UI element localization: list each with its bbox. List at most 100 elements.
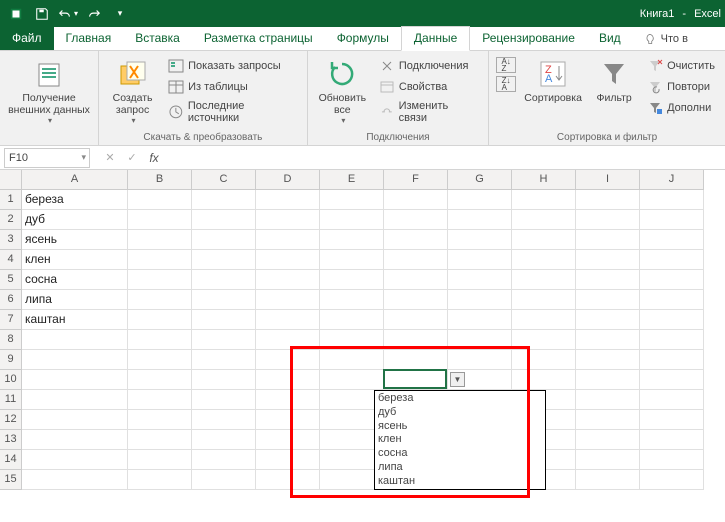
cell-A12[interactable] [22, 410, 128, 430]
cell-D5[interactable] [256, 270, 320, 290]
data-validation-dropdown-button[interactable]: ▼ [450, 372, 465, 387]
cell-D1[interactable] [256, 190, 320, 210]
get-external-data-button[interactable]: Получение внешних данных ▾ [6, 56, 92, 127]
col-header-H[interactable]: H [512, 170, 576, 190]
cell-B9[interactable] [128, 350, 192, 370]
cell-C13[interactable] [192, 430, 256, 450]
cell-J13[interactable] [640, 430, 704, 450]
cell-C11[interactable] [192, 390, 256, 410]
cell-B12[interactable] [128, 410, 192, 430]
col-header-J[interactable]: J [640, 170, 704, 190]
cell-B8[interactable] [128, 330, 192, 350]
cell-C6[interactable] [192, 290, 256, 310]
cell-J14[interactable] [640, 450, 704, 470]
dropdown-item[interactable]: сосна [378, 447, 542, 461]
cell-F2[interactable] [384, 210, 448, 230]
cell-B5[interactable] [128, 270, 192, 290]
cell-C10[interactable] [192, 370, 256, 390]
connections-button[interactable]: Подключения [375, 56, 482, 76]
cell-E5[interactable] [320, 270, 384, 290]
sort-button[interactable]: ZA Сортировка [521, 56, 585, 106]
cell-I2[interactable] [576, 210, 640, 230]
cell-B4[interactable] [128, 250, 192, 270]
cell-D14[interactable] [256, 450, 320, 470]
cell-A15[interactable] [22, 470, 128, 490]
cell-A10[interactable] [22, 370, 128, 390]
name-box[interactable]: F10 [4, 148, 90, 168]
cell-D12[interactable] [256, 410, 320, 430]
cell-F4[interactable] [384, 250, 448, 270]
cell-G5[interactable] [448, 270, 512, 290]
dropdown-item[interactable]: каштан [378, 475, 542, 489]
new-query-button[interactable]: Создать запрос ▾ [105, 56, 160, 127]
cell-H10[interactable] [512, 370, 576, 390]
cell-I9[interactable] [576, 350, 640, 370]
cell-E7[interactable] [320, 310, 384, 330]
cell-I14[interactable] [576, 450, 640, 470]
cell-J12[interactable] [640, 410, 704, 430]
cell-J3[interactable] [640, 230, 704, 250]
from-table-button[interactable]: Из таблицы [164, 77, 301, 97]
sort-az-button[interactable]: A↓Z [495, 56, 517, 74]
cell-F3[interactable] [384, 230, 448, 250]
tab-data[interactable]: Данные [401, 26, 470, 51]
cell-A4[interactable]: клен [22, 250, 128, 270]
cell-F10[interactable] [384, 370, 448, 390]
cell-D8[interactable] [256, 330, 320, 350]
cell-A6[interactable]: липа [22, 290, 128, 310]
row-header-9[interactable]: 9 [0, 350, 22, 370]
cell-G1[interactable] [448, 190, 512, 210]
cell-B14[interactable] [128, 450, 192, 470]
cell-E4[interactable] [320, 250, 384, 270]
filter-button[interactable]: Фильтр [589, 56, 639, 106]
cell-G8[interactable] [448, 330, 512, 350]
cell-I1[interactable] [576, 190, 640, 210]
cell-J10[interactable] [640, 370, 704, 390]
cell-J2[interactable] [640, 210, 704, 230]
col-header-E[interactable]: E [320, 170, 384, 190]
cell-G9[interactable] [448, 350, 512, 370]
cell-D7[interactable] [256, 310, 320, 330]
cell-I5[interactable] [576, 270, 640, 290]
cell-J1[interactable] [640, 190, 704, 210]
dropdown-item[interactable]: клен [378, 433, 542, 447]
redo-icon[interactable] [82, 3, 106, 25]
cell-E10[interactable] [320, 370, 384, 390]
cell-J6[interactable] [640, 290, 704, 310]
row-header-6[interactable]: 6 [0, 290, 22, 310]
cell-D6[interactable] [256, 290, 320, 310]
col-header-F[interactable]: F [384, 170, 448, 190]
col-header-B[interactable]: B [128, 170, 192, 190]
cell-E1[interactable] [320, 190, 384, 210]
cell-F1[interactable] [384, 190, 448, 210]
dropdown-item[interactable]: липа [378, 461, 542, 475]
col-header-D[interactable]: D [256, 170, 320, 190]
row-header-1[interactable]: 1 [0, 190, 22, 210]
row-header-8[interactable]: 8 [0, 330, 22, 350]
cell-A13[interactable] [22, 430, 128, 450]
cell-F5[interactable] [384, 270, 448, 290]
excel-app-icon[interactable] [4, 3, 28, 25]
cell-H6[interactable] [512, 290, 576, 310]
cell-C9[interactable] [192, 350, 256, 370]
cell-A1[interactable]: береза [22, 190, 128, 210]
save-icon[interactable] [30, 3, 54, 25]
cell-A5[interactable]: сосна [22, 270, 128, 290]
undo-icon[interactable]: ▾ [56, 3, 80, 25]
cell-H8[interactable] [512, 330, 576, 350]
cell-E9[interactable] [320, 350, 384, 370]
row-header-12[interactable]: 12 [0, 410, 22, 430]
cell-I12[interactable] [576, 410, 640, 430]
cell-J5[interactable] [640, 270, 704, 290]
row-header-14[interactable]: 14 [0, 450, 22, 470]
cell-I11[interactable] [576, 390, 640, 410]
cell-F6[interactable] [384, 290, 448, 310]
select-all-corner[interactable] [0, 170, 22, 190]
refresh-all-button[interactable]: Обновить все ▾ [314, 56, 371, 127]
tab-view[interactable]: Вид [587, 27, 633, 50]
cell-C2[interactable] [192, 210, 256, 230]
cell-H5[interactable] [512, 270, 576, 290]
col-header-G[interactable]: G [448, 170, 512, 190]
row-header-15[interactable]: 15 [0, 470, 22, 490]
cell-G4[interactable] [448, 250, 512, 270]
